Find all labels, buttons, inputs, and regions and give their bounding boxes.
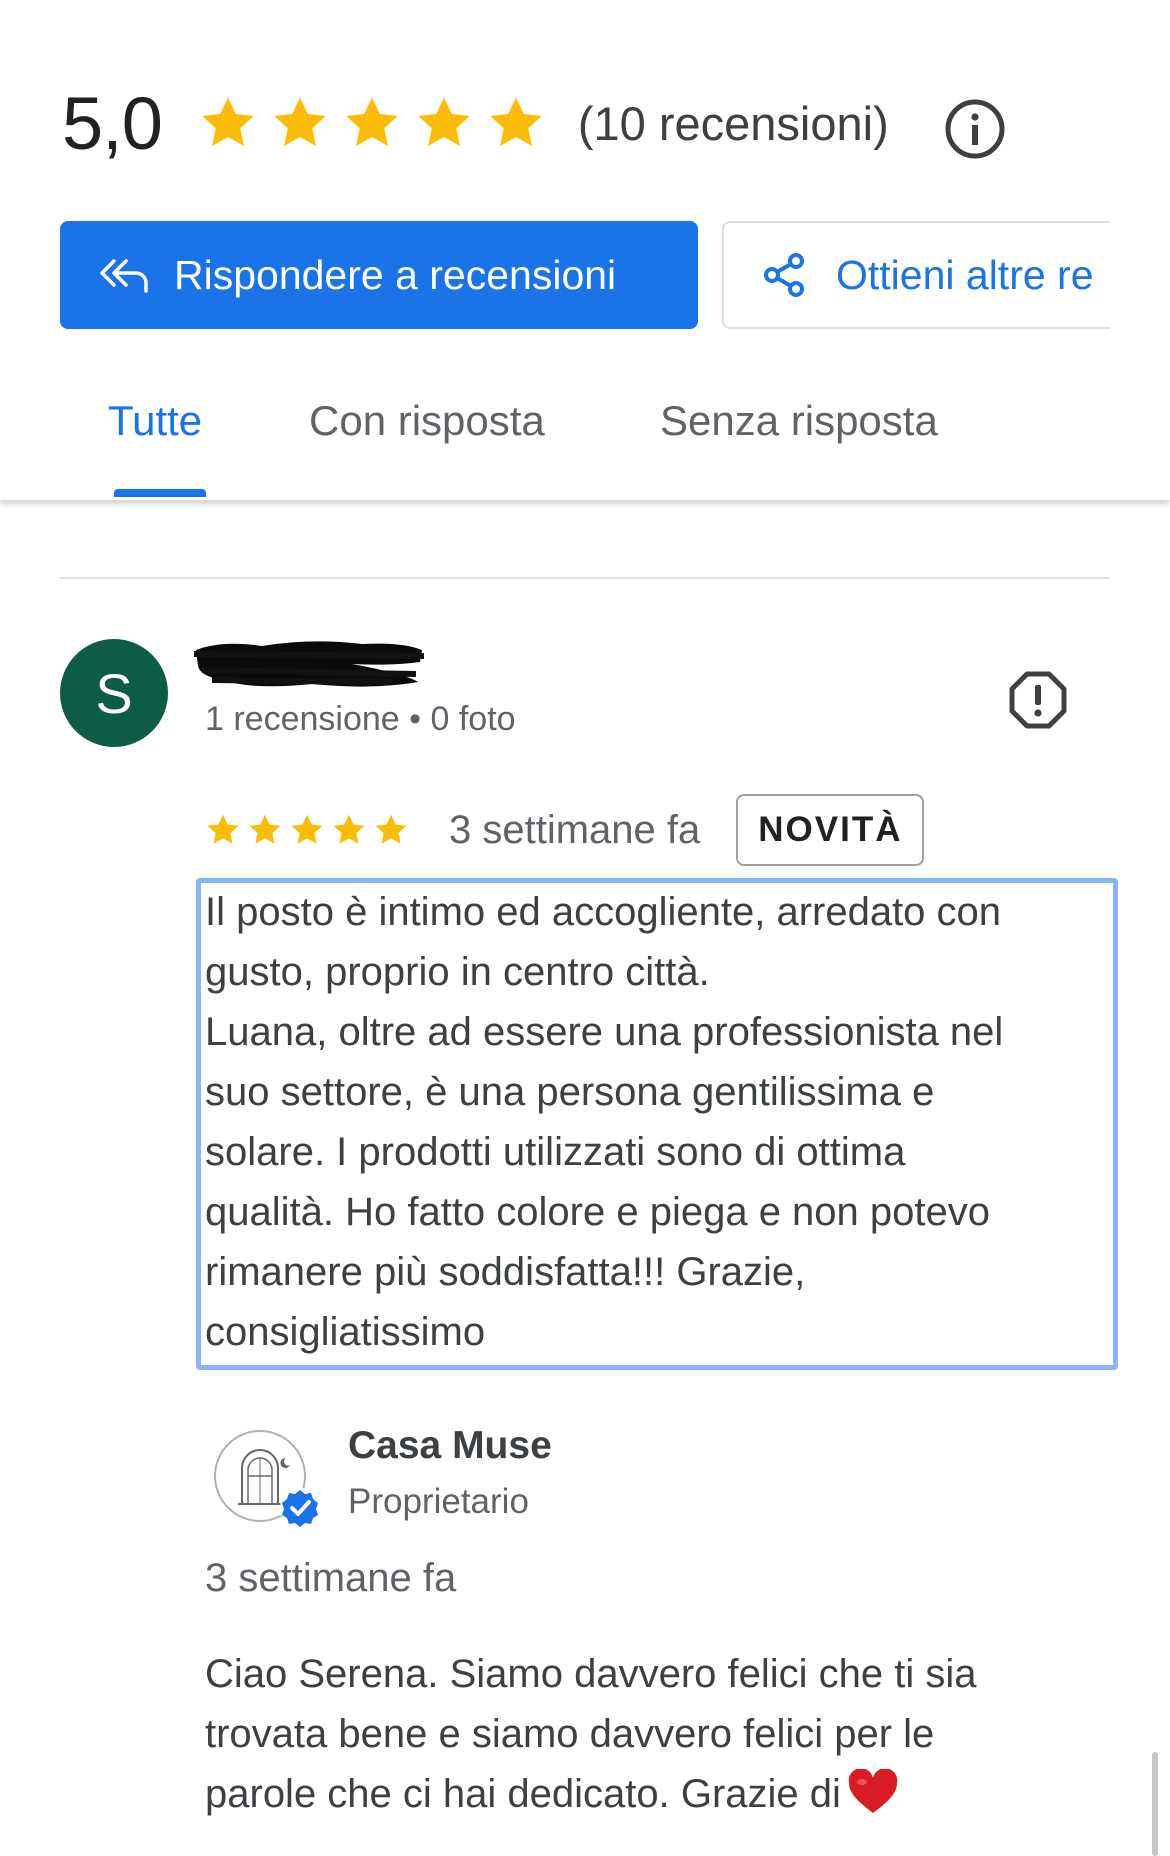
review-text[interactable]: Il posto è intimo ed accogliente, arreda…: [205, 882, 1105, 1362]
heart-icon: [848, 1769, 898, 1813]
section-divider: [60, 577, 1110, 579]
star-icon: [274, 97, 326, 146]
tab-without-reply[interactable]: Senza risposta: [660, 397, 938, 445]
star-icon: [346, 97, 398, 146]
review-text-line: rimanere più soddisfatta!!! Grazie,: [205, 1250, 806, 1294]
rating-stars: [198, 93, 558, 153]
reply-to-reviews-button[interactable]: Rispondere a recensioni: [60, 221, 698, 329]
share-icon: [764, 253, 804, 297]
scrollbar[interactable]: [1152, 1752, 1158, 1856]
star-icon: [291, 814, 323, 844]
star-icon: [490, 97, 542, 146]
star-icon: [207, 814, 239, 844]
reviews-header: 5,0 (10 recensioni) Rispondere a recensi…: [0, 0, 1170, 500]
star-icon: [333, 814, 365, 844]
review-text-line: consigliatissimo: [205, 1310, 486, 1354]
get-more-reviews-label: Ottieni altre re: [836, 251, 1094, 298]
reply-text-line: parole che ci hai dedicato. Grazie di: [205, 1772, 841, 1816]
review-text-line: solare. I prodotti utilizzati sono di ot…: [205, 1130, 906, 1174]
reply-to-reviews-label: Rispondere a recensioni: [174, 251, 617, 298]
review-text-line: qualità. Ho fatto colore e piega e non p…: [205, 1190, 990, 1234]
horizontal-scroll-edge: [1110, 210, 1170, 340]
verified-badge-icon: [280, 1488, 320, 1528]
active-tab-indicator: [114, 489, 206, 497]
avatar-letter: S: [95, 661, 133, 725]
review-text-line: Luana, oltre ad essere una professionist…: [205, 1010, 1004, 1054]
reply-text-line: Ciao Serena. Siamo davvero felici che ti…: [205, 1652, 977, 1696]
reply-text-line: trovata bene e siamo davvero felici per …: [205, 1712, 935, 1756]
star-icon: [202, 97, 254, 146]
star-icon: [249, 814, 281, 844]
review-text-line: suo settore, è una persona gentilissima …: [205, 1070, 935, 1114]
review-time: 3 settimane fa: [449, 807, 701, 852]
reply-time: 3 settimane fa: [205, 1556, 457, 1600]
review-stars: [205, 812, 415, 848]
review-filter-tabs: Tutte Con risposta Senza risposta: [0, 385, 1170, 500]
owner-role: Proprietario: [348, 1482, 529, 1521]
review-text-line: Il posto è intimo ed accogliente, arreda…: [205, 890, 1002, 934]
reply-all-icon: [100, 259, 148, 293]
tab-with-reply[interactable]: Con risposta: [309, 397, 545, 445]
review-rating-line: 3 settimane fa NOVITÀ: [205, 793, 925, 867]
review-text-line: gusto, proprio in centro città.: [205, 950, 710, 994]
report-review-icon[interactable]: [1008, 670, 1068, 730]
reviewer-stats: 1 recensione • 0 foto: [205, 700, 516, 738]
get-more-reviews-button[interactable]: Ottieni altre re: [722, 221, 1170, 329]
redacted-reviewer-name: [193, 641, 425, 687]
average-rating: 5,0: [62, 81, 163, 165]
info-icon[interactable]: [944, 98, 1006, 160]
tab-all[interactable]: Tutte: [108, 397, 202, 445]
star-icon: [418, 97, 470, 146]
owner-name: Casa Muse: [348, 1424, 552, 1467]
reviewer-avatar[interactable]: S: [60, 639, 168, 747]
reviews-count: (10 recensioni): [577, 96, 889, 150]
rating-summary: 5,0 (10 recensioni): [62, 78, 889, 168]
new-badge: NOVITÀ: [736, 794, 925, 866]
star-icon: [375, 814, 407, 844]
reply-text-line-last: parole che ci hai dedicato. Grazie di: [205, 1764, 1085, 1824]
owner-reply-text: Ciao Serena. Siamo davvero felici che ti…: [205, 1644, 1085, 1824]
